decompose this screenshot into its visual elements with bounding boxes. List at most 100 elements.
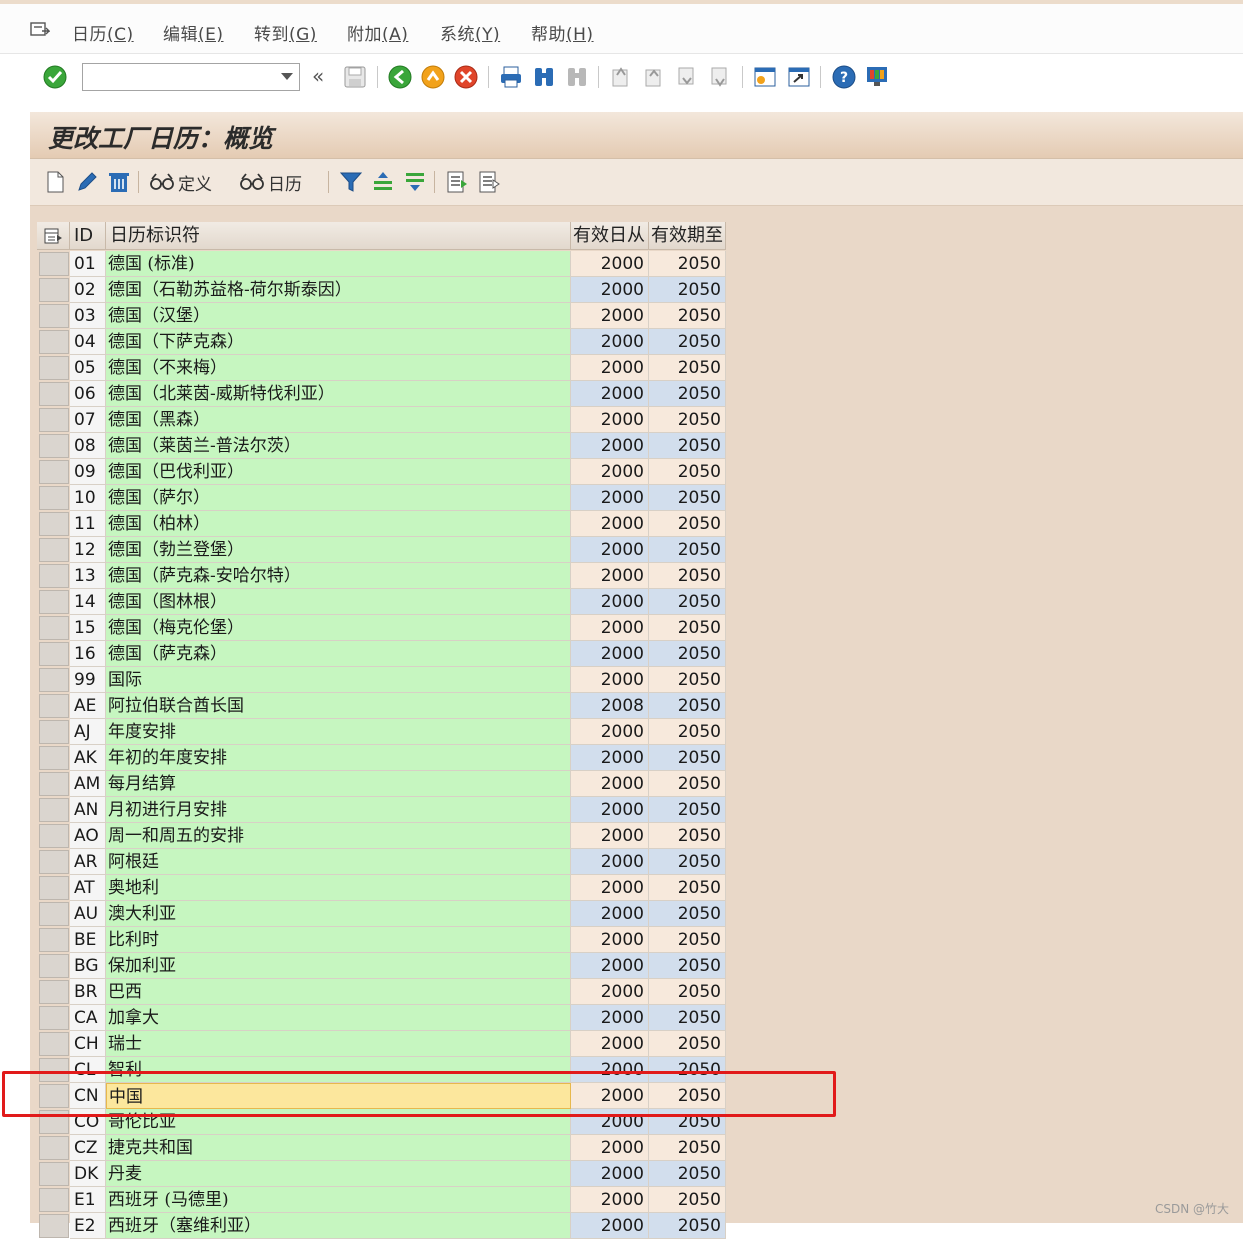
cell-calendar-name[interactable]: 年初的年度安排 xyxy=(106,745,571,771)
cell-calendar-name[interactable]: 每月结算 xyxy=(106,771,571,797)
cell-calendar-name[interactable]: 比利时 xyxy=(106,927,571,953)
cell-id[interactable]: E1 xyxy=(70,1187,106,1213)
cell-valid-from[interactable]: 2000 xyxy=(571,901,649,927)
cell-valid-to[interactable]: 2050 xyxy=(649,381,726,407)
cell-id[interactable]: 15 xyxy=(70,615,106,641)
table-row[interactable]: 99 国际 2000 2050 xyxy=(37,667,726,693)
save-icon[interactable] xyxy=(342,64,368,90)
cell-valid-from[interactable]: 2000 xyxy=(571,615,649,641)
row-selector[interactable] xyxy=(39,798,69,822)
print-icon[interactable] xyxy=(498,64,524,90)
table-row[interactable]: AO 周一和周五的安排 2000 2050 xyxy=(37,823,726,849)
cell-calendar-name[interactable]: 加拿大 xyxy=(106,1005,571,1031)
cell-id[interactable]: BR xyxy=(70,979,106,1005)
cell-valid-to[interactable]: 2050 xyxy=(649,511,726,537)
table-row[interactable]: CA 加拿大 2000 2050 xyxy=(37,1005,726,1031)
row-selector[interactable] xyxy=(39,1032,69,1056)
column-settings-button[interactable] xyxy=(37,222,70,250)
help-icon[interactable]: ? xyxy=(831,64,857,90)
cell-valid-to[interactable]: 2050 xyxy=(649,251,726,277)
last-page-icon[interactable] xyxy=(707,64,733,90)
chevron-down-icon[interactable] xyxy=(281,73,293,80)
table-row[interactable]: 02 德国（石勒苏益格-荷尔斯泰因） 2000 2050 xyxy=(37,277,726,303)
cell-valid-to[interactable]: 2050 xyxy=(649,433,726,459)
cell-valid-to[interactable]: 2050 xyxy=(649,719,726,745)
cell-valid-from[interactable]: 2000 xyxy=(571,1213,649,1239)
cell-valid-from[interactable]: 2000 xyxy=(571,953,649,979)
cell-valid-to[interactable]: 2050 xyxy=(649,329,726,355)
row-selector[interactable] xyxy=(39,408,69,432)
cell-valid-to[interactable]: 2050 xyxy=(649,1005,726,1031)
cell-valid-from[interactable]: 2000 xyxy=(571,329,649,355)
cell-id[interactable]: AK xyxy=(70,745,106,771)
row-selector[interactable] xyxy=(39,642,69,666)
cell-valid-to[interactable]: 2050 xyxy=(649,927,726,953)
cell-id[interactable]: AE xyxy=(70,693,106,719)
menu-goto[interactable]: 转到(G) xyxy=(254,20,317,45)
cell-id[interactable]: CH xyxy=(70,1031,106,1057)
cell-calendar-name[interactable]: 德国（勃兰登堡） xyxy=(106,537,571,563)
cell-calendar-name[interactable]: 阿根廷 xyxy=(106,849,571,875)
row-selector[interactable] xyxy=(39,1214,69,1238)
cell-id[interactable]: BE xyxy=(70,927,106,953)
cell-calendar-name[interactable]: 德国（莱茵兰-普法尔茨） xyxy=(106,433,571,459)
layout-menu-icon[interactable] xyxy=(864,64,890,90)
cell-valid-to[interactable]: 2050 xyxy=(649,1187,726,1213)
row-selector[interactable] xyxy=(39,252,69,276)
table-row[interactable]: 05 德国（不来梅） 2000 2050 xyxy=(37,355,726,381)
cell-valid-from[interactable]: 2000 xyxy=(571,355,649,381)
row-selector[interactable] xyxy=(39,876,69,900)
cell-id[interactable]: AJ xyxy=(70,719,106,745)
create-session-icon[interactable] xyxy=(752,64,778,90)
find-icon[interactable] xyxy=(531,64,557,90)
cell-valid-from[interactable]: 2000 xyxy=(571,875,649,901)
cell-valid-to[interactable]: 2050 xyxy=(649,537,726,563)
cell-valid-from[interactable]: 2000 xyxy=(571,485,649,511)
table-row[interactable]: 07 德国（黑森） 2000 2050 xyxy=(37,407,726,433)
cell-calendar-name[interactable]: 德国（萨克森-安哈尔特） xyxy=(106,563,571,589)
cell-calendar-name[interactable]: 德国（石勒苏益格-荷尔斯泰因） xyxy=(106,277,571,303)
sort-ascending-icon[interactable] xyxy=(370,169,396,195)
cell-valid-from[interactable]: 2000 xyxy=(571,433,649,459)
cell-id[interactable]: 01 xyxy=(70,251,106,277)
row-selector[interactable] xyxy=(39,694,69,718)
cell-calendar-name[interactable]: 奥地利 xyxy=(106,875,571,901)
cell-valid-from[interactable]: 2000 xyxy=(571,1005,649,1031)
cell-valid-to[interactable]: 2050 xyxy=(649,589,726,615)
row-selector[interactable] xyxy=(39,564,69,588)
cell-valid-from[interactable]: 2000 xyxy=(571,797,649,823)
table-row[interactable]: CZ 捷克共和国 2000 2050 xyxy=(37,1135,726,1161)
cell-id[interactable]: 10 xyxy=(70,485,106,511)
cell-id[interactable]: 05 xyxy=(70,355,106,381)
back-icon[interactable] xyxy=(387,64,413,90)
cell-calendar-name[interactable]: 瑞士 xyxy=(106,1031,571,1057)
row-selector[interactable] xyxy=(39,1188,69,1212)
cell-valid-from[interactable]: 2000 xyxy=(571,563,649,589)
cell-valid-to[interactable]: 2050 xyxy=(649,745,726,771)
table-row[interactable]: DK 丹麦 2000 2050 xyxy=(37,1161,726,1187)
row-selector[interactable] xyxy=(39,616,69,640)
cell-valid-to[interactable]: 2050 xyxy=(649,823,726,849)
table-row[interactable]: 09 德国（巴伐利亚） 2000 2050 xyxy=(37,459,726,485)
cancel-icon[interactable] xyxy=(453,64,479,90)
cell-id[interactable]: 14 xyxy=(70,589,106,615)
cell-id[interactable]: CA xyxy=(70,1005,106,1031)
cell-valid-from[interactable]: 2000 xyxy=(571,537,649,563)
sort-descending-icon[interactable] xyxy=(402,169,428,195)
cell-valid-to[interactable]: 2050 xyxy=(649,849,726,875)
cell-calendar-name[interactable]: 德国 (标准) xyxy=(106,251,571,277)
menu-extras[interactable]: 附加(A) xyxy=(347,20,408,45)
table-row[interactable]: BG 保加利亚 2000 2050 xyxy=(37,953,726,979)
row-selector[interactable] xyxy=(39,928,69,952)
cell-valid-to[interactable]: 2050 xyxy=(649,355,726,381)
menu-system[interactable]: 系统(Y) xyxy=(440,20,500,45)
cell-id[interactable]: AU xyxy=(70,901,106,927)
cell-calendar-name[interactable]: 捷克共和国 xyxy=(106,1135,571,1161)
table-row[interactable]: 08 德国（莱茵兰-普法尔茨） 2000 2050 xyxy=(37,433,726,459)
cell-valid-to[interactable]: 2050 xyxy=(649,979,726,1005)
cell-valid-to[interactable]: 2050 xyxy=(649,277,726,303)
cell-valid-from[interactable]: 2000 xyxy=(571,823,649,849)
cell-valid-from[interactable]: 2000 xyxy=(571,719,649,745)
cell-valid-from[interactable]: 2000 xyxy=(571,589,649,615)
table-row[interactable]: AU 澳大利亚 2000 2050 xyxy=(37,901,726,927)
